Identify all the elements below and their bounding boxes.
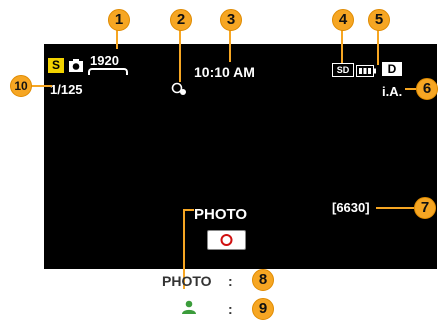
- image-size-value: 1920: [90, 53, 119, 68]
- record-button[interactable]: [207, 230, 246, 250]
- image-size-bracket: [88, 68, 128, 75]
- battery-icon: [356, 64, 376, 82]
- legend-row2-colon: :: [228, 301, 233, 317]
- camera-icon: [68, 58, 84, 78]
- record-circle-icon: [220, 234, 233, 246]
- callout-line-3: [229, 29, 231, 62]
- user-icon: [181, 300, 197, 319]
- callout-line-2: [179, 29, 181, 82]
- image-size-indicator: 1920: [90, 53, 119, 68]
- shutter-speed: 1/125: [50, 82, 83, 97]
- intelligent-auto-indicator: i.A.: [382, 84, 403, 99]
- legend-photo-label: PHOTO: [162, 273, 212, 289]
- tele-macro-icon: [171, 82, 187, 101]
- callout-line-1: [116, 29, 118, 49]
- callout-2: 2: [170, 9, 192, 31]
- time-display: 10:10 AM: [194, 64, 255, 80]
- callout-6: 6: [416, 78, 438, 100]
- sd-media-icon: SD: [332, 63, 354, 77]
- record-mode-label: PHOTO: [194, 206, 248, 223]
- battery-state-box: D: [382, 62, 402, 76]
- callout-line-4: [341, 29, 343, 63]
- camera-screen: S 1920 1/125 10:10 AM SD D i.A. [6630] P…: [44, 44, 437, 269]
- callout-1: 1: [108, 9, 130, 31]
- callout-4: 4: [332, 9, 354, 31]
- callout-line-5: [377, 29, 379, 65]
- scene-mode-icon: S: [48, 58, 64, 73]
- callout-7: 7: [414, 197, 436, 219]
- callout-5: 5: [368, 9, 390, 31]
- callout-8: 8: [252, 269, 274, 291]
- callout-3: 3: [220, 9, 242, 31]
- legend-row1-colon: :: [228, 273, 233, 289]
- callout-10: 10: [10, 75, 32, 97]
- callout-line-10: [30, 85, 52, 87]
- remaining-shots: [6630]: [332, 200, 370, 215]
- callout-9: 9: [252, 298, 274, 320]
- callout-line-8b: [183, 209, 194, 211]
